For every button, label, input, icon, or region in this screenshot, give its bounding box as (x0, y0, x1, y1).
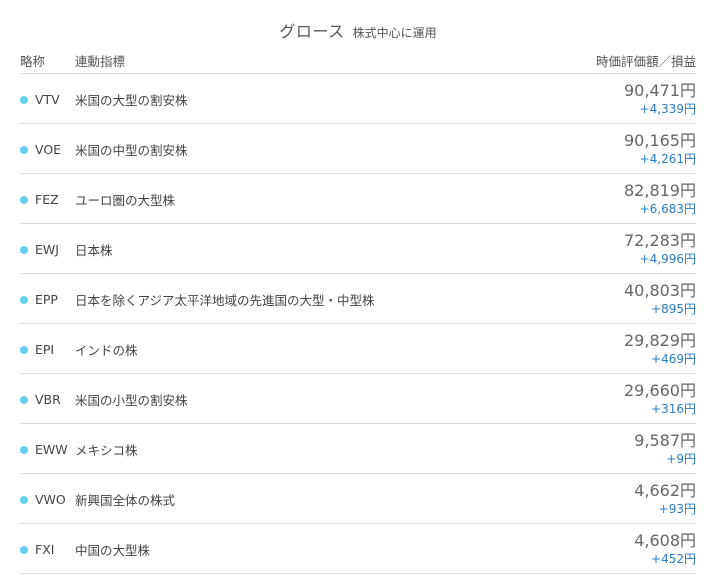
profit-loss-amount: +895円 (651, 301, 696, 316)
header-index: 連動指標 (75, 54, 126, 69)
ticker-label: EWW (35, 442, 68, 457)
value-cell: 4,608円 +452円 (634, 531, 696, 567)
value-cell: 40,803円 +895円 (624, 281, 696, 317)
color-dot-icon (20, 345, 28, 354)
color-dot-icon (20, 545, 28, 554)
color-dot-icon (20, 195, 28, 204)
index-label: 中国の大型株 (75, 543, 151, 558)
profit-loss-amount: +4,261円 (639, 151, 696, 166)
ticker-cell: VOE (20, 142, 75, 157)
ticker-cell: EPI (20, 342, 75, 357)
index-label: 米国の大型の割安株 (75, 93, 188, 108)
table-row: EPP 日本を除くアジア太平洋地域の先進国の大型・中型株 40,803円 +89… (20, 274, 696, 324)
ticker-label: EPP (35, 292, 58, 307)
ticker-cell: EWJ (20, 242, 75, 257)
index-label: メキシコ株 (75, 443, 138, 458)
valuation-amount: 29,660円 (624, 380, 696, 400)
ticker-label: VBR (35, 392, 61, 407)
index-label: 新興国全体の株式 (75, 493, 176, 508)
table-row: VWO 新興国全体の株式 4,662円 +93円 (20, 474, 696, 524)
portfolio-description: 株式中心に運用 (352, 26, 437, 40)
ticker-label: VTV (35, 92, 60, 107)
profit-loss-amount: +452円 (651, 551, 696, 566)
value-cell: 72,283円 +4,996円 (624, 231, 696, 267)
value-cell: 90,471円 +4,339円 (624, 81, 696, 117)
index-label: ユーロ圏の大型株 (75, 193, 176, 208)
ticker-label: FXI (35, 542, 55, 557)
ticker-cell: VTV (20, 92, 75, 107)
index-label: 米国の中型の割安株 (75, 143, 188, 158)
valuation-amount: 40,803円 (624, 280, 696, 300)
profit-loss-amount: +93円 (658, 501, 696, 516)
portfolio-panel: グロース 株式中心に運用 略称 連動指標 時価評価額／損益 VTV 米国の大型の… (0, 0, 718, 588)
ticker-label: EPI (35, 342, 55, 357)
table-row: EWJ 日本株 72,283円 +4,996円 (20, 224, 696, 274)
profit-loss-amount: +6,683円 (639, 201, 696, 216)
valuation-amount: 9,587円 (634, 430, 696, 450)
color-dot-icon (20, 295, 28, 304)
table-row: VBR 米国の小型の割安株 29,660円 +316円 (20, 374, 696, 424)
ticker-cell: EPP (20, 292, 75, 307)
ticker-cell: VBR (20, 392, 75, 407)
ticker-cell: VWO (20, 492, 75, 507)
valuation-amount: 29,829円 (624, 330, 696, 350)
valuation-amount: 4,662円 (634, 480, 696, 500)
table-row: FXI 中国の大型株 4,608円 +452円 (20, 524, 696, 574)
table-row: VTV 米国の大型の割安株 90,471円 +4,339円 (20, 74, 696, 124)
color-dot-icon (20, 495, 28, 504)
valuation-amount: 72,283円 (624, 230, 696, 250)
portfolio-name: グロース (279, 22, 345, 41)
ticker-label: EWJ (35, 242, 59, 257)
profit-loss-amount: +9円 (666, 451, 696, 466)
ticker-label: VWO (35, 492, 66, 507)
valuation-amount: 4,608円 (634, 530, 696, 550)
valuation-amount: 82,819円 (624, 180, 696, 200)
valuation-amount: 90,165円 (624, 130, 696, 150)
color-dot-icon (20, 395, 28, 404)
valuation-amount: 90,471円 (624, 80, 696, 100)
ticker-cell: EWW (20, 442, 75, 457)
value-cell: 29,660円 +316円 (624, 381, 696, 417)
value-cell: 4,662円 +93円 (634, 481, 696, 517)
ticker-cell: FXI (20, 542, 75, 557)
index-label: 日本株 (75, 243, 113, 258)
holdings-list: VTV 米国の大型の割安株 90,471円 +4,339円 VOE 米国の中型の… (20, 74, 696, 574)
color-dot-icon (20, 245, 28, 254)
value-cell: 90,165円 +4,261円 (624, 131, 696, 167)
color-dot-icon (20, 145, 28, 154)
header-value: 時価評価額／損益 (595, 54, 696, 69)
table-row: EWW メキシコ株 9,587円 +9円 (20, 424, 696, 474)
ticker-label: FEZ (35, 192, 59, 207)
index-label: インドの株 (75, 343, 138, 358)
table-row: VOE 米国の中型の割安株 90,165円 +4,261円 (20, 124, 696, 174)
profit-loss-amount: +4,339円 (639, 101, 696, 116)
value-cell: 82,819円 +6,683円 (624, 181, 696, 217)
panel-title: グロース 株式中心に運用 (20, 0, 696, 44)
ticker-cell: FEZ (20, 192, 75, 207)
profit-loss-amount: +4,996円 (639, 251, 696, 266)
index-label: 日本を除くアジア太平洋地域の先進国の大型・中型株 (75, 293, 375, 308)
profit-loss-amount: +316円 (651, 401, 696, 416)
color-dot-icon (20, 95, 28, 104)
profit-loss-amount: +469円 (651, 351, 696, 366)
table-row: EPI インドの株 29,829円 +469円 (20, 324, 696, 374)
table-header: 略称 連動指標 時価評価額／損益 (20, 48, 696, 74)
header-ticker: 略称 (20, 54, 46, 69)
color-dot-icon (20, 445, 28, 454)
value-cell: 9,587円 +9円 (634, 431, 696, 467)
value-cell: 29,829円 +469円 (624, 331, 696, 367)
table-row: FEZ ユーロ圏の大型株 82,819円 +6,683円 (20, 174, 696, 224)
index-label: 米国の小型の割安株 (75, 393, 188, 408)
ticker-label: VOE (35, 142, 62, 157)
